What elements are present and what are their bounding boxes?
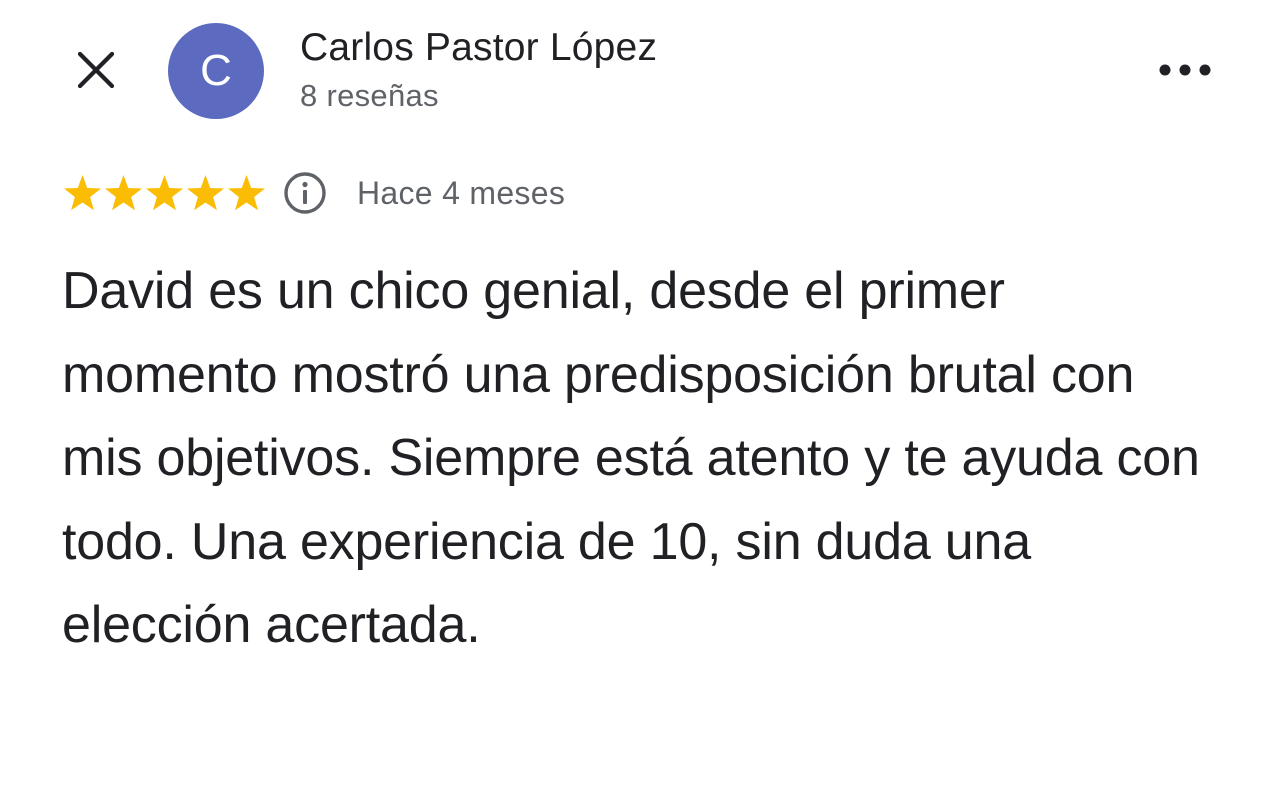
close-icon	[77, 51, 115, 89]
more-options-button[interactable]	[1150, 46, 1220, 94]
star-icon	[104, 174, 143, 210]
star-icon	[145, 174, 184, 210]
more-horizontal-icon	[1159, 64, 1211, 76]
star-icon	[63, 174, 102, 210]
review-count: 8 reseñas	[300, 78, 439, 113]
rating-row: Hace 4 meses	[62, 168, 565, 218]
author-name[interactable]: Carlos Pastor López	[300, 26, 657, 70]
star-rating	[62, 173, 267, 214]
star-icon	[227, 174, 266, 210]
close-button[interactable]	[60, 34, 132, 106]
avatar-letter: C	[200, 46, 232, 95]
review-text: David es un chico genial, desde el prime…	[62, 262, 1200, 654]
review-date: Hace 4 meses	[357, 174, 566, 211]
star-icon	[186, 174, 225, 210]
info-icon[interactable]	[283, 171, 327, 215]
avatar[interactable]: C	[168, 23, 264, 119]
